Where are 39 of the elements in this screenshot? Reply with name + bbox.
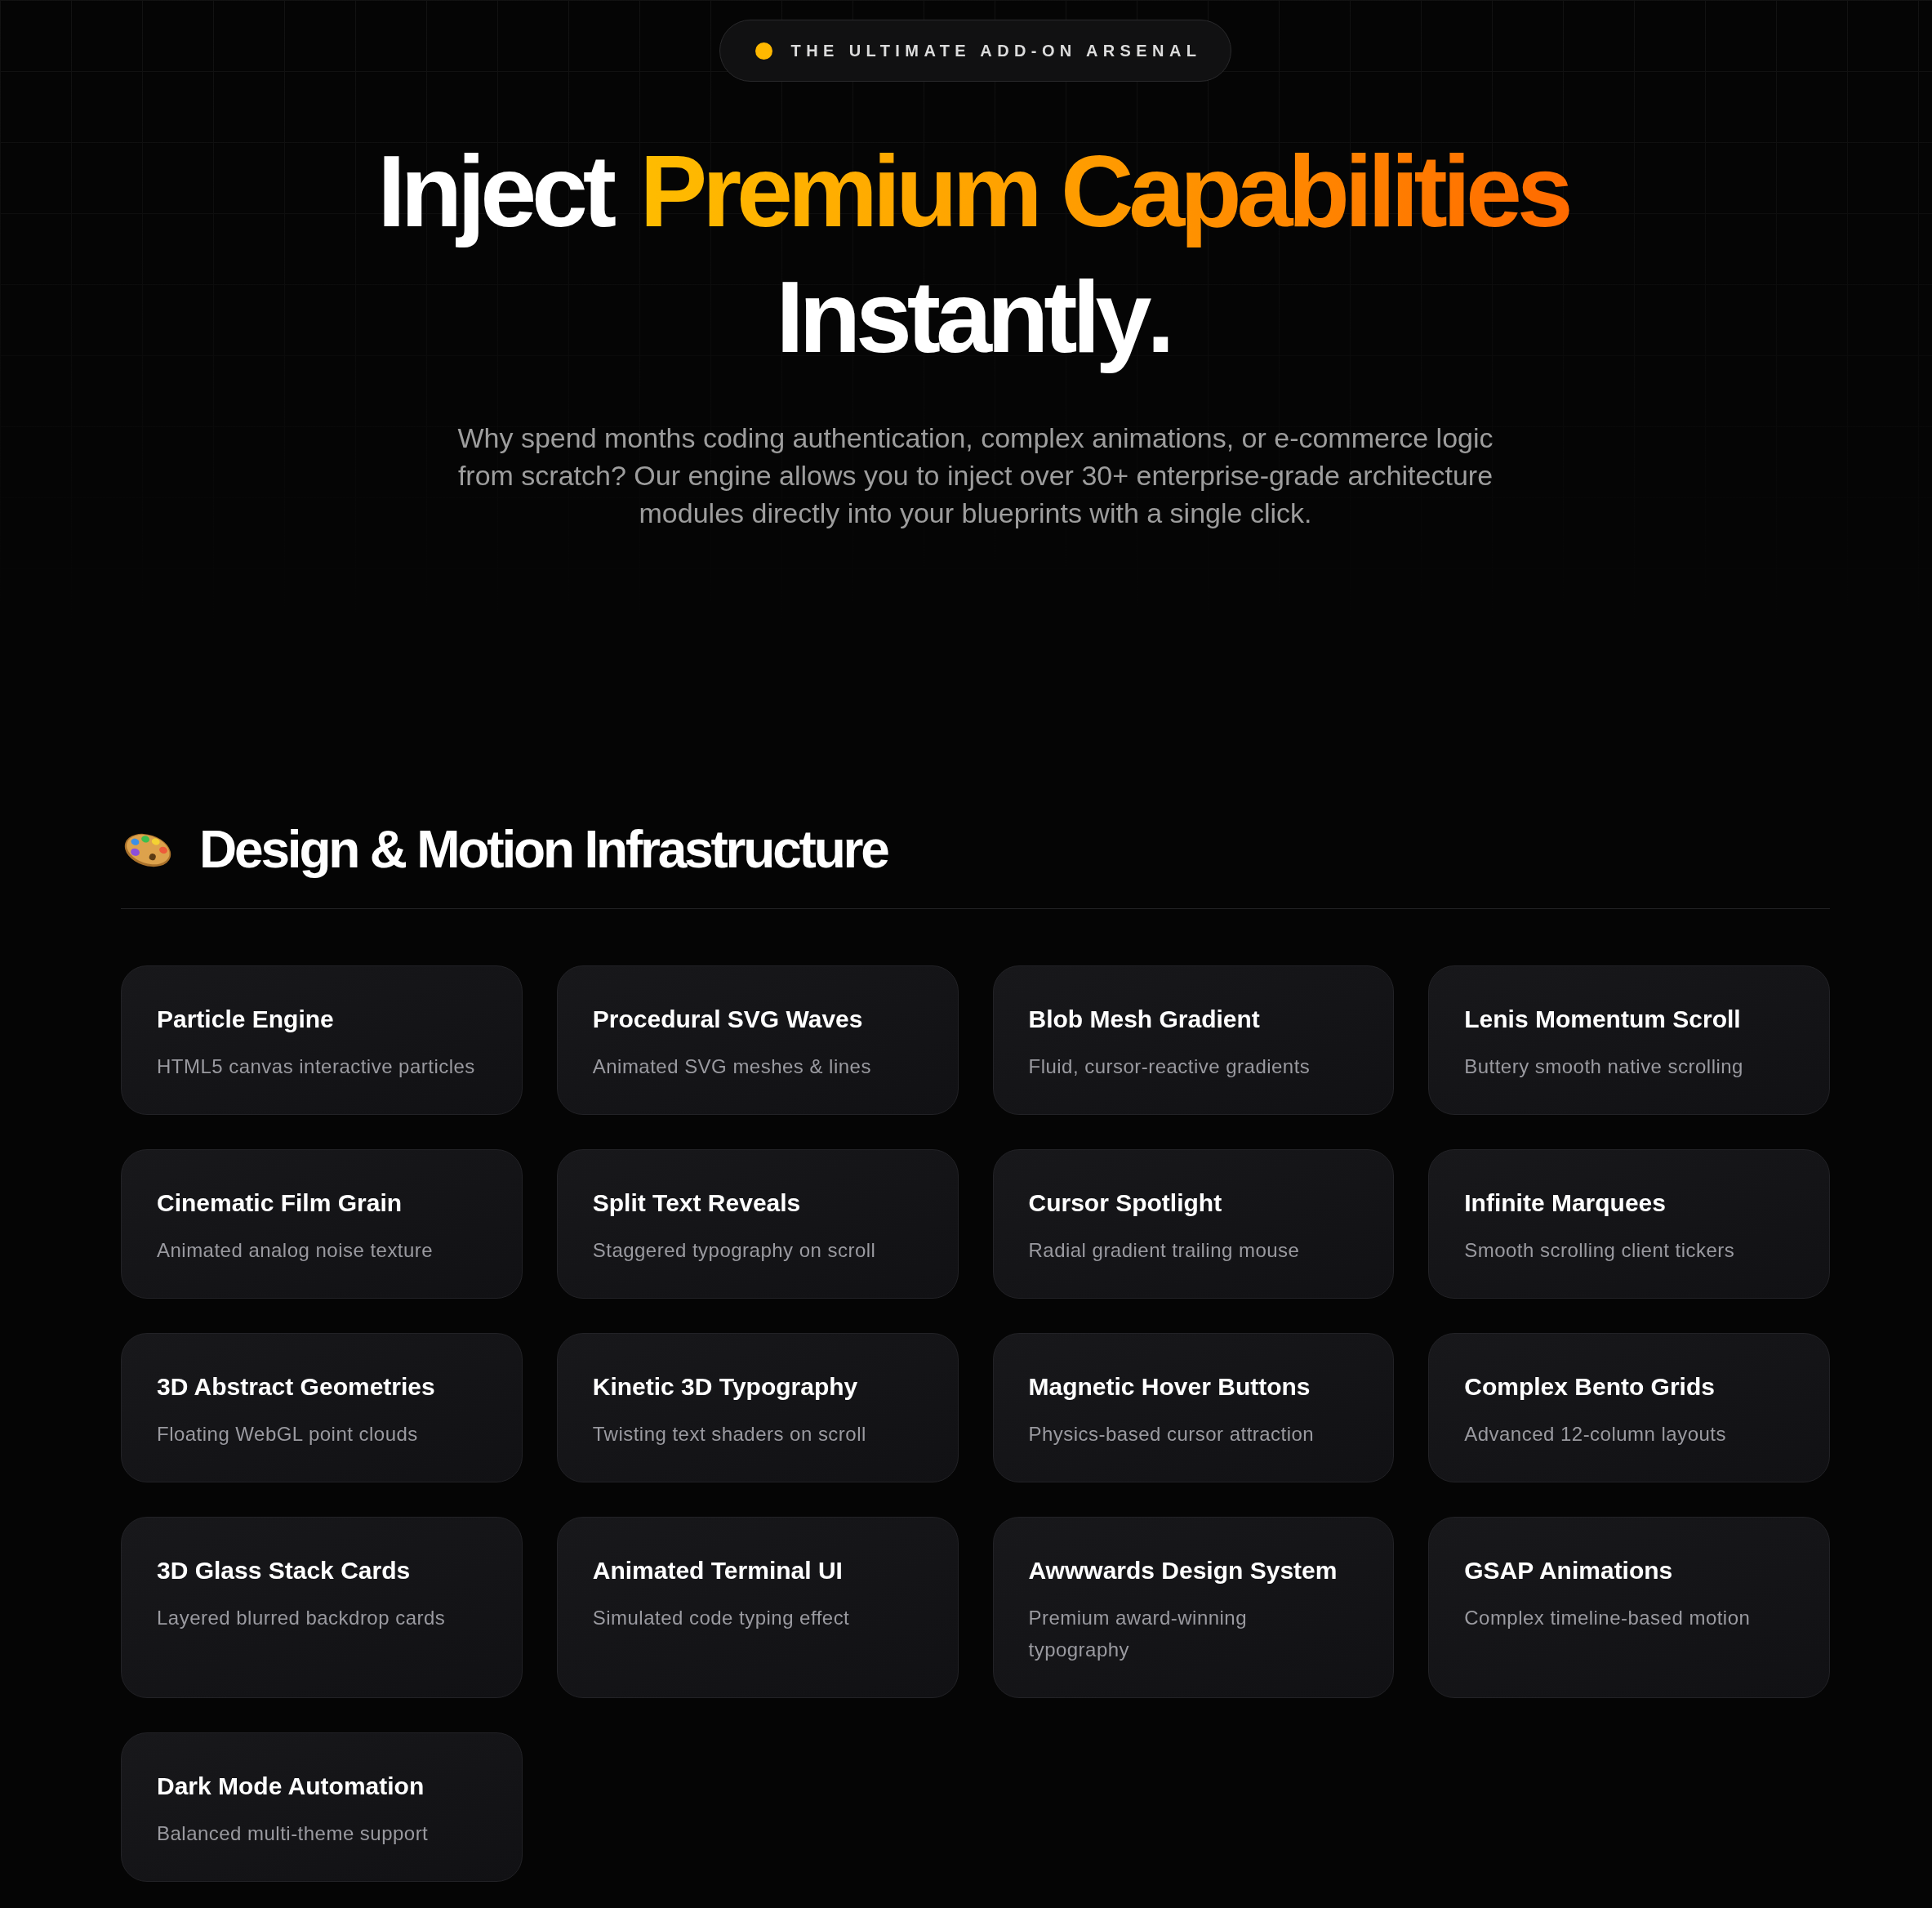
card-title: Infinite Marquees	[1464, 1188, 1667, 1218]
card-description: Radial gradient trailing mouse	[1028, 1238, 1301, 1263]
card-description: Physics-based cursor attraction	[1028, 1422, 1315, 1447]
card-description: Fluid, cursor-reactive gradients	[1028, 1054, 1311, 1079]
intro-paragraph: Why spend months coding authentication, complex animations, or e-commerce logic from scratch? Our engine allows you to inject over 30+ enterprise-grade architecture modules directly into your blueprints with a single click.	[456, 421, 1494, 530]
card-description: Twisting text shaders on scroll	[592, 1422, 867, 1447]
card-description: Simulated code typing effect	[592, 1606, 851, 1630]
card-title: Complex Bento Grids	[1464, 1372, 1716, 1402]
card-description: Buttery smooth native scrolling	[1464, 1054, 1744, 1079]
card-title: Kinetic 3D Typography	[592, 1372, 859, 1402]
card-description: Premium award-winning typography	[1028, 1606, 1248, 1662]
card-description: Balanced multi-theme support	[157, 1821, 430, 1846]
card-title: Lenis Momentum Scroll	[1464, 1005, 1742, 1034]
card-title: Animated Terminal UI	[592, 1556, 844, 1585]
dot-icon	[755, 42, 772, 60]
card-description: Staggered typography on scroll	[592, 1238, 877, 1263]
card-title: 3D Glass Stack Cards	[157, 1556, 412, 1585]
card-title: Procedural SVG Waves	[592, 1005, 864, 1034]
card-title: Dark Mode Automation	[157, 1772, 425, 1801]
card-title: Magnetic Hover Buttons	[1028, 1372, 1311, 1402]
card-description: Advanced 12-column layouts	[1464, 1422, 1727, 1447]
card-title: Cursor Spotlight	[1028, 1188, 1223, 1218]
card-title: Blob Mesh Gradient	[1028, 1005, 1261, 1034]
card-description: Layered blurred backdrop cards	[157, 1606, 447, 1630]
headline: Inject Premium Capabilities Instantly.	[376, 134, 1574, 375]
card-description: Animated analog noise texture	[157, 1238, 434, 1263]
card-title: Awwwards Design System	[1028, 1556, 1338, 1585]
card-description: Smooth scrolling client tickers	[1464, 1238, 1736, 1263]
badge-label: THE ULTIMATE ADD-ON ARSENAL	[790, 41, 1202, 60]
card-description: Animated SVG meshes & lines	[592, 1054, 872, 1079]
card-title: Split Text Reveals	[592, 1188, 802, 1218]
card-title: Particle Engine	[157, 1005, 335, 1034]
card-title: 3D Abstract Geometries	[157, 1372, 436, 1402]
card-description: Complex timeline-based motion	[1464, 1606, 1752, 1630]
section-title: Design & Motion Infrastructure	[199, 819, 888, 880]
card-title: Cinematic Film Grain	[157, 1188, 403, 1218]
card-description: HTML5 canvas interactive particles	[157, 1054, 476, 1079]
card-title: GSAP Animations	[1464, 1556, 1674, 1585]
card-description: Floating WebGL point clouds	[157, 1422, 419, 1447]
